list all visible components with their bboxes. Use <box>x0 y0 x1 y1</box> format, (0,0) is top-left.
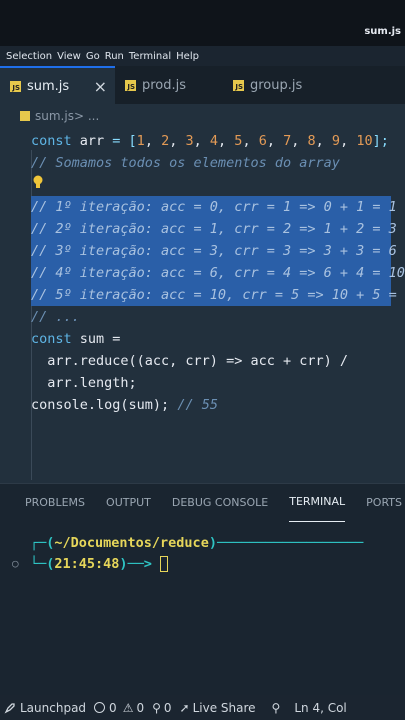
menu-bar: Selection View Go Run Terminal Help <box>0 46 405 66</box>
code-line-10: const sum = <box>31 331 121 347</box>
warning-icon: ⚠ <box>122 700 134 715</box>
tab-debug-console[interactable]: DEBUG CONSOLE <box>172 484 268 522</box>
error-icon <box>94 702 106 713</box>
bottom-panel: PROBLEMS OUTPUT DEBUG CONSOLE TERMINAL P… <box>0 483 405 695</box>
breadcrumb: sum.js > ... <box>0 104 405 128</box>
close-icon[interactable]: × <box>94 77 107 96</box>
live-share-button[interactable]: ➚ Live Share <box>180 701 256 715</box>
code-line-4: // 1º iteração: acc = 0, crr = 1 => 0 + … <box>31 199 397 215</box>
editor-tabs: JS sum.js × JS prod.js JS group.js <box>0 66 405 104</box>
breadcrumb-sep[interactable]: > ... <box>74 109 99 123</box>
problems-status[interactable]: 0 ⚠ 0 <box>94 701 144 715</box>
tab-problems[interactable]: PROBLEMS <box>25 484 85 522</box>
js-file-icon: JS <box>125 79 136 91</box>
menu-selection[interactable]: Selection <box>6 51 52 62</box>
menu-run[interactable]: Run <box>105 51 124 62</box>
code-line-8: // 5º iteração: acc = 10, crr = 5 => 10 … <box>31 287 405 303</box>
code-line-12: arr.length; <box>31 375 137 391</box>
live-share-label: Live Share <box>192 700 256 715</box>
menu-terminal[interactable]: Terminal <box>129 51 171 62</box>
terminal-cursor <box>160 556 169 572</box>
tab-label: sum.js <box>27 78 70 94</box>
code-line-6: // 3º iteração: acc = 3, crr = 3 => 3 + … <box>31 243 397 259</box>
js-file-icon: JS <box>233 79 244 91</box>
zoom-icon[interactable]: ⚲ <box>272 701 281 715</box>
terminal-line-1: ┌─(~/Documentos/reduce)─────────────────… <box>30 535 364 551</box>
menu-help[interactable]: Help <box>176 51 199 62</box>
code-line-2: // Somamos todos os elementos do array <box>31 155 340 171</box>
code-line-11: arr.reduce((acc, crr) => acc + crr) / <box>31 353 348 369</box>
code-editor[interactable]: const arr = [1, 2, 3, 4, 5, 6, 7, 8, 9, … <box>0 128 405 483</box>
code-line-9: // ... <box>31 309 80 325</box>
warning-count: 0 <box>136 700 145 715</box>
live-share-icon: ➚ <box>179 700 190 715</box>
tab-output[interactable]: OUTPUT <box>106 484 151 522</box>
breadcrumb-file[interactable]: sum.js <box>35 109 74 123</box>
menu-go[interactable]: Go <box>86 51 100 62</box>
terminal-line-2: └─(21:45:48)──> <box>30 554 169 574</box>
code-line-7: // 4º iteração: acc = 6, crr = 4 => 6 + … <box>31 265 405 281</box>
launchpad-label: Launchpad <box>20 700 87 715</box>
ports-status[interactable]: ⚲ 0 <box>152 701 171 715</box>
antenna-icon: ⚲ <box>152 700 161 715</box>
cursor-position[interactable]: Ln 4, Col <box>294 701 346 715</box>
tab-sum-js[interactable]: JS sum.js × <box>0 66 115 104</box>
title-bar: sum.js <box>0 0 405 46</box>
menu-view[interactable]: View <box>57 51 81 62</box>
ports-count: 0 <box>163 700 172 715</box>
code-line-1: const arr = [1, 2, 3, 4, 5, 6, 7, 8, 9, … <box>31 133 389 149</box>
panel-tabs: PROBLEMS OUTPUT DEBUG CONSOLE TERMINAL P… <box>0 483 405 522</box>
error-count: 0 <box>109 700 117 715</box>
launchpad-item[interactable]: Launchpad <box>4 701 86 715</box>
code-line-13: console.log(sum); // 55 <box>31 397 218 413</box>
js-file-icon <box>20 111 30 121</box>
window-title: sum.js <box>364 26 401 37</box>
tab-ports[interactable]: PORTS <box>366 484 402 522</box>
tab-prod-js[interactable]: JS prod.js <box>115 66 223 104</box>
tab-label: prod.js <box>142 77 187 93</box>
tab-label: group.js <box>250 77 303 93</box>
lightbulb-icon[interactable] <box>33 175 43 189</box>
tab-group-js[interactable]: JS group.js <box>223 66 343 104</box>
tab-terminal[interactable]: TERMINAL <box>289 484 346 522</box>
status-bar: Launchpad 0 ⚠ 0 ⚲ 0 ➚ Live Share ⚲ Ln 4,… <box>0 695 405 720</box>
js-file-icon: JS <box>10 80 21 92</box>
rocket-icon <box>4 702 15 713</box>
code-line-5: // 2º iteração: acc = 1, crr = 2 => 1 + … <box>31 221 397 237</box>
terminal-marker: ○ <box>12 557 19 570</box>
